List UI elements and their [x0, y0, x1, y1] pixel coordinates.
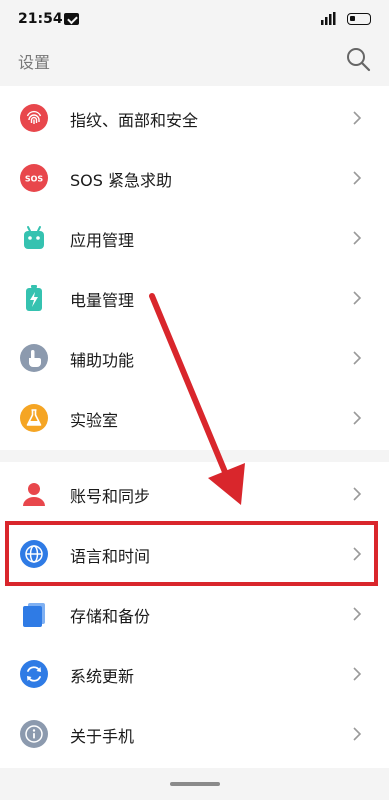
setting-row-battery-management[interactable]: 电量管理	[0, 268, 389, 328]
setting-label: 辅助功能	[70, 351, 135, 370]
svg-text:SOS: SOS	[25, 175, 44, 184]
setting-label: 存储和备份	[70, 607, 151, 626]
battery-status-icon	[347, 13, 371, 25]
setting-row-app-management[interactable]: 应用管理	[0, 208, 389, 268]
chevron-right-icon	[353, 607, 362, 621]
setting-label: SOS 紧急求助	[70, 171, 172, 190]
setting-label: 电量管理	[70, 291, 135, 310]
sos-icon: SOS	[20, 164, 48, 192]
fingerprint-icon	[20, 104, 48, 132]
flask-icon	[20, 404, 48, 432]
setting-label: 指纹、面部和安全	[70, 111, 199, 130]
chevron-right-icon	[353, 667, 362, 681]
setting-row-about-phone[interactable]: 关于手机	[0, 704, 389, 764]
home-indicator[interactable]	[170, 782, 220, 786]
search-icon[interactable]	[345, 46, 371, 72]
chevron-right-icon	[353, 487, 362, 501]
status-time: 21:54	[18, 11, 63, 27]
chevron-right-icon	[353, 291, 362, 305]
update-icon	[20, 660, 48, 688]
setting-label: 语言和时间	[70, 547, 151, 566]
page-title: 设置	[18, 53, 51, 72]
status-bar: 21:54	[0, 0, 389, 40]
setting-row-fingerprint-face-security[interactable]: 指纹、面部和安全	[0, 88, 389, 148]
settings-header: 设置	[0, 40, 389, 80]
chevron-right-icon	[353, 171, 362, 185]
settings-group-system: 账号和同步 语言和时间 存储和备份 系统更新 关于手机	[0, 462, 389, 768]
signal-icon	[321, 12, 336, 25]
setting-label: 账号和同步	[70, 487, 151, 506]
chevron-right-icon	[353, 111, 362, 125]
battery-icon	[26, 285, 42, 311]
setting-label: 应用管理	[70, 231, 135, 250]
android-icon	[24, 226, 44, 249]
setting-label: 系统更新	[70, 667, 135, 686]
setting-row-sos-emergency[interactable]: SOS SOS 紧急求助	[0, 148, 389, 208]
chevron-right-icon	[353, 351, 362, 365]
message-notification-icon	[64, 13, 79, 25]
setting-row-language-time[interactable]: 语言和时间	[0, 524, 389, 584]
storage-icon	[23, 603, 45, 627]
setting-row-system-update[interactable]: 系统更新	[0, 644, 389, 704]
chevron-right-icon	[353, 547, 362, 561]
setting-row-storage-backup[interactable]: 存储和备份	[0, 584, 389, 644]
chevron-right-icon	[353, 411, 362, 425]
setting-label: 实验室	[70, 411, 119, 430]
setting-row-lab[interactable]: 实验室	[0, 388, 389, 448]
setting-label: 关于手机	[70, 727, 135, 746]
setting-row-accessibility[interactable]: 辅助功能	[0, 328, 389, 388]
settings-group-security-apps: 指纹、面部和安全 SOS SOS 紧急求助 应用管理 电量管理 辅助功能 实验室	[0, 86, 389, 450]
chevron-right-icon	[353, 231, 362, 245]
chevron-right-icon	[353, 727, 362, 741]
person-icon	[23, 483, 45, 506]
setting-row-account-sync[interactable]: 账号和同步	[0, 464, 389, 524]
info-icon	[20, 720, 48, 748]
hand-icon	[20, 344, 48, 372]
globe-icon	[20, 540, 48, 568]
